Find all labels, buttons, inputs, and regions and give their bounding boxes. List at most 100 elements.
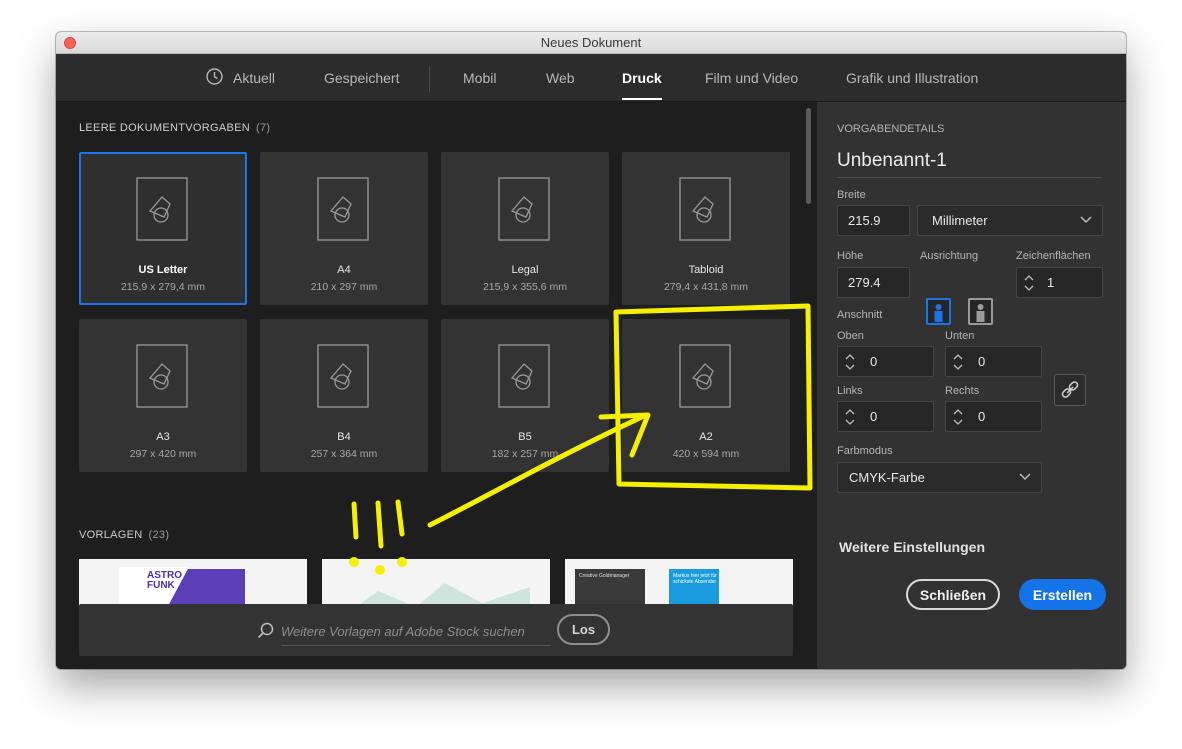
preset-size: 279,4 x 431,8 mm: [663, 281, 749, 293]
stepper-arrows-icon[interactable]: [1023, 272, 1035, 294]
preset-size: 210 x 297 mm: [310, 281, 378, 293]
preset-size: 420 x 594 mm: [672, 448, 740, 460]
document-icon: [317, 344, 369, 408]
document-icon: [679, 344, 731, 408]
template-text: Creative Goldmanager: [579, 573, 630, 579]
preset-card[interactable]: A2 420 x 594 mm: [622, 319, 790, 472]
landscape-icon: [976, 304, 985, 322]
bleed-label: Anschnitt: [837, 309, 883, 321]
document-icon: [498, 344, 550, 408]
category-tabs: Aktuell Gespeichert Mobil Web Druck Film…: [56, 54, 1126, 102]
preset-name: US Letter: [138, 264, 188, 276]
bleed-left-stepper[interactable]: 0: [837, 401, 934, 432]
preset-name: Tabloid: [688, 264, 724, 276]
bleed-right-label: Rechts: [945, 385, 980, 397]
height-label: Höhe: [837, 250, 864, 262]
new-document-dialog: Neues Dokument Aktuell Gespeichert Mobil…: [56, 32, 1126, 669]
width-label: Breite: [837, 189, 866, 201]
unit-select[interactable]: Millimeter: [917, 205, 1103, 236]
chevron-down-icon: [1019, 473, 1031, 481]
color-mode-value: CMYK-Farbe: [849, 470, 925, 485]
bleed-right-value: 0: [978, 409, 986, 424]
scroll-thumb[interactable]: [806, 108, 811, 204]
tab-film-video[interactable]: Film und Video: [705, 70, 798, 86]
preset-size: 297 x 420 mm: [129, 448, 197, 460]
preset-card[interactable]: B4 257 x 364 mm: [260, 319, 428, 472]
height-field[interactable]: 279.4: [837, 267, 910, 298]
height-value: 279.4: [848, 275, 881, 290]
color-mode-select[interactable]: CMYK-Farbe: [837, 462, 1042, 493]
document-icon: [317, 177, 369, 241]
search-go-button[interactable]: Los: [557, 614, 610, 645]
bleed-bottom-stepper[interactable]: 0: [945, 346, 1042, 377]
preset-name: A2: [699, 431, 713, 443]
tab-recent[interactable]: Aktuell: [233, 70, 275, 86]
template-text: ASTRO FUNK: [147, 570, 182, 591]
stock-search-bar: Los: [79, 604, 793, 656]
tab-mobile[interactable]: Mobil: [463, 70, 496, 86]
document-icon: [136, 344, 188, 408]
bleed-top-stepper[interactable]: 0: [837, 346, 934, 377]
close-button[interactable]: Schließen: [906, 579, 1000, 610]
preset-card[interactable]: A3 297 x 420 mm: [79, 319, 247, 472]
tab-graphics-illustration[interactable]: Grafik und Illustration: [846, 70, 978, 86]
preset-name: A3: [156, 431, 170, 443]
landscape-orientation-button[interactable]: [968, 298, 993, 325]
document-name-underline: [837, 177, 1102, 178]
bleed-left-value: 0: [870, 409, 878, 424]
search-icon: [257, 622, 274, 639]
preset-name: Legal: [511, 264, 539, 276]
width-value: 215.9: [848, 213, 881, 228]
link-bleed-button[interactable]: [1054, 374, 1086, 406]
portrait-orientation-button[interactable]: [926, 298, 951, 325]
title-bar: Neues Dokument: [56, 32, 1126, 54]
template-text: Markus hier jetzt für schickste Absender: [673, 573, 717, 585]
portrait-icon: [934, 304, 943, 322]
stepper-arrows-icon[interactable]: [952, 406, 964, 428]
preset-name: B4: [337, 431, 351, 443]
bleed-top-label: Oben: [837, 330, 864, 342]
orientation-label: Ausrichtung: [920, 250, 979, 262]
document-icon: [679, 177, 731, 241]
details-section-title: VORGABENDETAILS: [837, 123, 945, 135]
preset-size: 215,9 x 355,6 mm: [482, 281, 568, 293]
document-icon: [498, 177, 550, 241]
color-mode-label: Farbmodus: [837, 445, 893, 457]
link-icon: [1061, 381, 1079, 398]
stepper-arrows-icon[interactable]: [844, 406, 856, 428]
window-title: Neues Dokument: [540, 35, 642, 50]
presets-panel: LEERE DOKUMENTVORGABEN (7) US Letter 215,…: [56, 102, 816, 669]
document-icon: [136, 177, 188, 241]
bleed-right-stepper[interactable]: 0: [945, 401, 1042, 432]
document-name[interactable]: Unbenannt-1: [837, 150, 947, 172]
preset-size: 182 x 257 mm: [491, 448, 559, 460]
preset-size: 215,9 x 279,4 mm: [120, 281, 206, 293]
bleed-bottom-value: 0: [978, 354, 986, 369]
unit-value: Millimeter: [932, 213, 988, 228]
create-button[interactable]: Erstellen: [1019, 579, 1106, 610]
preset-card[interactable]: US Letter 215,9 x 279,4 mm: [79, 152, 247, 305]
artboards-stepper[interactable]: 1: [1016, 267, 1103, 298]
preset-card[interactable]: B5 182 x 257 mm: [441, 319, 609, 472]
tab-divider: [429, 66, 430, 92]
preset-name: B5: [518, 431, 532, 443]
stepper-arrows-icon[interactable]: [952, 351, 964, 373]
tab-print[interactable]: Druck: [622, 70, 662, 100]
stock-search-input[interactable]: [281, 618, 551, 646]
stepper-arrows-icon[interactable]: [844, 351, 856, 373]
preset-details-panel: VORGABENDETAILS Unbenannt-1 Breite 215.9…: [817, 102, 1126, 669]
preset-card[interactable]: Tabloid 279,4 x 431,8 mm: [622, 152, 790, 305]
width-field[interactable]: 215.9: [837, 205, 910, 236]
tab-web[interactable]: Web: [546, 70, 575, 86]
chevron-down-icon: [1080, 216, 1092, 224]
clock-icon: [206, 68, 223, 85]
window-close-button[interactable]: [64, 37, 76, 49]
tab-saved[interactable]: Gespeichert: [324, 70, 399, 86]
presets-scrollbar[interactable]: [806, 108, 812, 648]
bleed-top-value: 0: [870, 354, 878, 369]
more-settings-button[interactable]: Weitere Einstellungen: [839, 539, 985, 555]
templates-section-title: VORLAGEN (23): [79, 529, 170, 541]
preset-size: 257 x 364 mm: [310, 448, 378, 460]
preset-card[interactable]: Legal 215,9 x 355,6 mm: [441, 152, 609, 305]
preset-card[interactable]: A4 210 x 297 mm: [260, 152, 428, 305]
